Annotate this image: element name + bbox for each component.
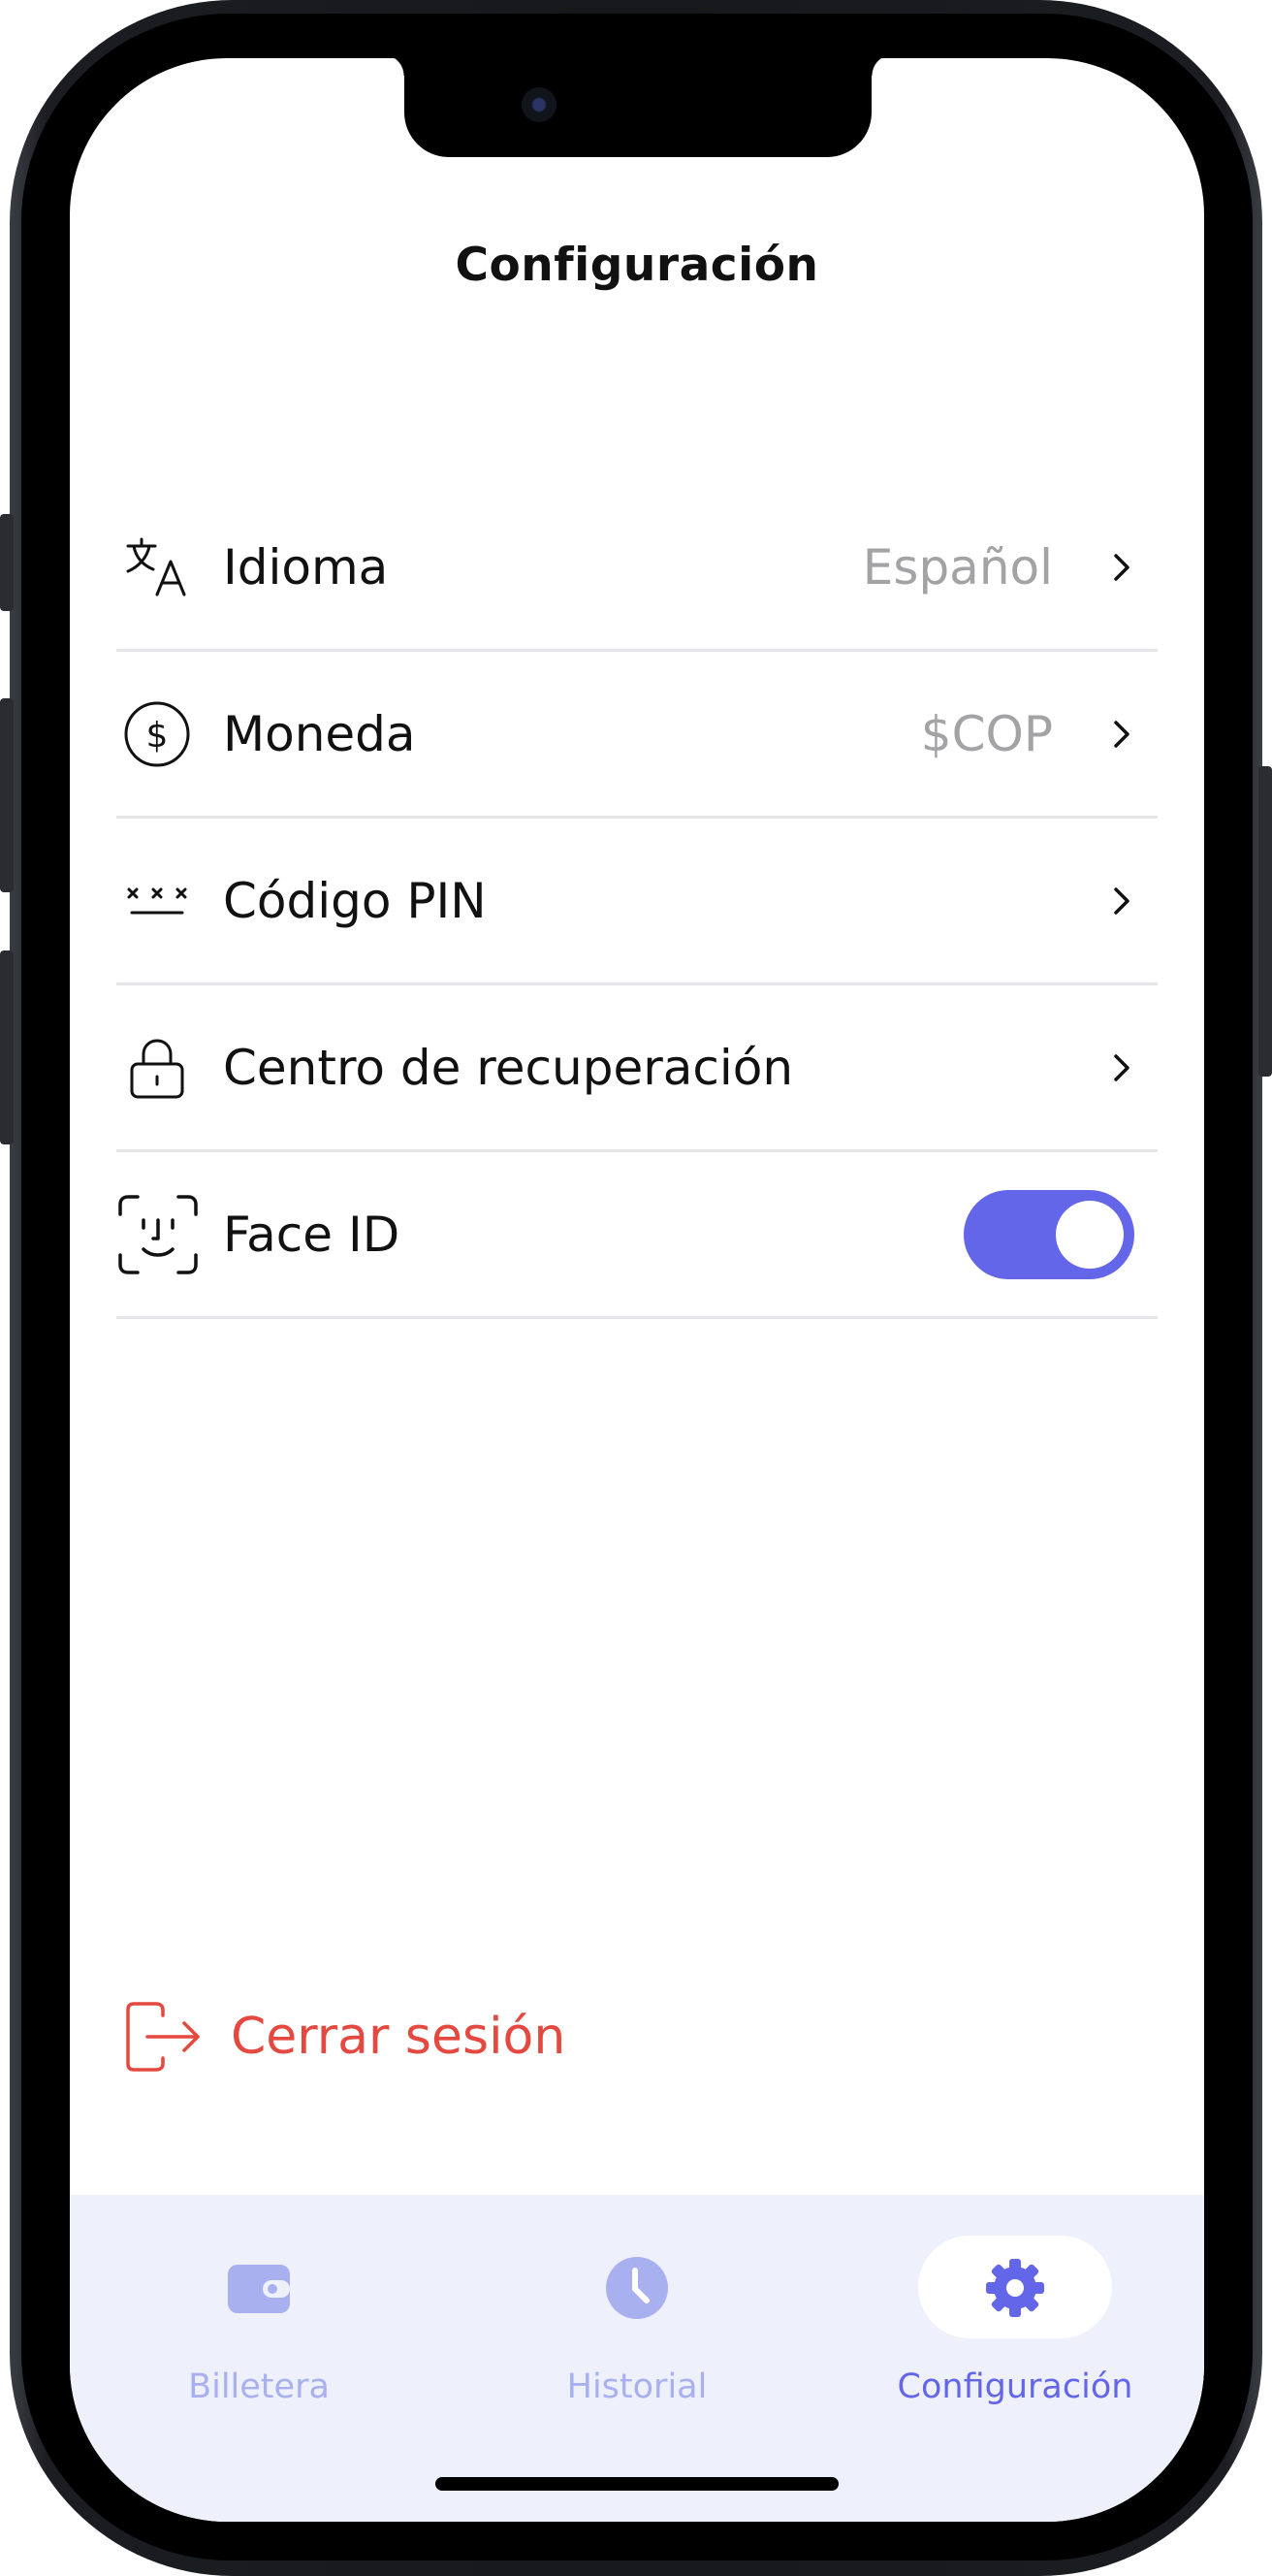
logout-label: Cerrar sesión — [231, 2008, 566, 2066]
tab-bar: Billetera Historial Configuración — [70, 2195, 1204, 2522]
wallet-icon — [228, 2265, 290, 2313]
notch — [383, 58, 893, 157]
power-button — [1258, 766, 1272, 1077]
settings-item-value: $COP — [920, 705, 1053, 762]
tab-historial[interactable]: Historial — [448, 2195, 826, 2437]
chevron-right-icon — [1114, 1053, 1129, 1081]
face-id-toggle[interactable] — [964, 1189, 1134, 1279]
gear-icon — [986, 2259, 1044, 2317]
mute-switch — [0, 514, 14, 611]
svg-text:$: $ — [146, 716, 169, 756]
page-title: Configuración — [455, 239, 819, 292]
tab-billetera[interactable]: Billetera — [70, 2195, 448, 2437]
settings-item-value: Español — [862, 538, 1053, 596]
settings-item-language[interactable]: Idioma Español — [116, 485, 1158, 652]
dollar-circle-icon: $ — [124, 701, 190, 766]
settings-item-label: Face ID — [223, 1206, 400, 1263]
settings-item-face-id: Face ID — [116, 1152, 1158, 1319]
logout-icon — [126, 2002, 200, 2072]
clock-icon — [606, 2257, 668, 2319]
volume-down-button — [0, 950, 14, 1144]
home-indicator — [435, 2477, 839, 2491]
settings-item-label: Idioma — [223, 538, 389, 596]
settings-item-recovery[interactable]: Centro de recuperación — [116, 985, 1158, 1152]
tab-label: Historial — [566, 2367, 708, 2406]
front-camera — [522, 87, 556, 122]
chevron-right-icon — [1114, 886, 1129, 915]
settings-item-label: Moneda — [223, 705, 416, 762]
logout-button[interactable]: Cerrar sesión — [124, 1998, 706, 2076]
chevron-right-icon — [1114, 720, 1129, 748]
face-id-icon — [118, 1194, 198, 1274]
translate-icon — [126, 537, 186, 596]
settings-item-currency[interactable]: $ Moneda $COP — [116, 652, 1158, 819]
tab-label: Configuración — [897, 2367, 1133, 2406]
tab-label: Billetera — [188, 2367, 330, 2406]
volume-up-button — [0, 698, 14, 892]
lock-icon — [130, 1039, 184, 1098]
tab-configuracion[interactable]: Configuración — [826, 2195, 1204, 2437]
chevron-right-icon — [1114, 553, 1129, 581]
settings-item-pin[interactable]: Código PIN — [116, 819, 1158, 985]
screen: Configuración Idioma Español $ Moneda $C… — [70, 58, 1204, 2522]
pin-code-icon — [127, 887, 187, 914]
settings-item-label: Código PIN — [223, 872, 487, 929]
settings-item-label: Centro de recuperación — [223, 1039, 794, 1096]
toggle-knob — [1056, 1200, 1124, 1269]
